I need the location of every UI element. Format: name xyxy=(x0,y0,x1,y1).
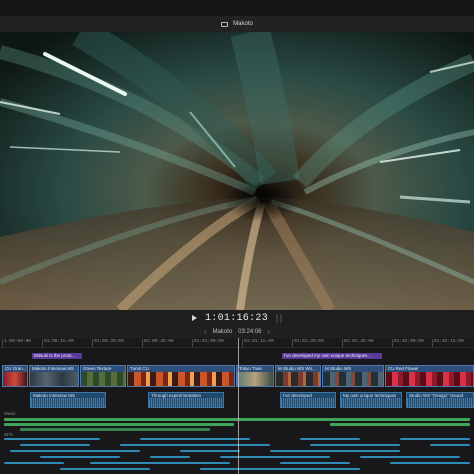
ruler-tick: 01:02:15:00 xyxy=(432,339,464,347)
sfx-lane-label: SFX xyxy=(4,432,13,437)
ruler-tick: 01:00:30:00 xyxy=(92,339,124,347)
chevron-right-icon[interactable]: › xyxy=(268,329,270,336)
ruler-tick: 01:00:15:00 xyxy=(42,339,74,347)
video-clip[interactable]: Makoto Interview MS xyxy=(29,365,79,387)
sfx-clip[interactable] xyxy=(200,468,360,470)
timeline[interactable]: Mitsuki is the prota... I've developed m… xyxy=(0,348,474,474)
clip-icon xyxy=(221,21,229,27)
sfx-clip[interactable] xyxy=(120,444,270,446)
audio-waveform xyxy=(281,398,335,407)
sfx-clip[interactable] xyxy=(90,462,230,464)
audio-clip[interactable]: Through experimentation xyxy=(148,392,224,408)
sfx-clip[interactable] xyxy=(390,462,470,464)
ruler-tick: 01:01:00:00 xyxy=(192,339,224,347)
chevron-left-icon[interactable]: ‹ xyxy=(204,329,206,336)
music-clip[interactable] xyxy=(4,423,234,426)
music-lane-label: Music xyxy=(4,411,16,416)
title-clip[interactable]: I've developed my own unique techniques.… xyxy=(282,353,382,359)
timecode-display[interactable]: 1:01:16:23 xyxy=(205,313,268,324)
audio-waveform xyxy=(341,398,401,407)
playhead[interactable] xyxy=(238,338,239,474)
sfx-clip[interactable] xyxy=(4,438,100,440)
music-clip[interactable] xyxy=(4,418,470,421)
audio-waveform xyxy=(149,398,223,407)
audio-clip[interactable]: Studio WS "Design" Sound xyxy=(406,392,474,408)
audio-clip-row: Makoto Interview MS Through experimentat… xyxy=(0,392,474,408)
viewer-clip-name: Makoto xyxy=(233,21,253,27)
viewer-frame xyxy=(0,32,474,310)
audio-waveform xyxy=(407,398,473,407)
primary-storyline: CU Gran... Makoto Interview MS Green Tex… xyxy=(0,365,474,387)
audio-clip[interactable]: Makoto Interview MS xyxy=(30,392,106,408)
video-clip[interactable]: Green Texture xyxy=(80,365,126,387)
sfx-clip[interactable] xyxy=(430,444,470,446)
audio-clip[interactable]: I've developed xyxy=(280,392,336,408)
timeline-duration: 03:24:06 xyxy=(238,329,262,335)
clip-thumbnail xyxy=(386,372,473,386)
sfx-clip[interactable] xyxy=(20,444,90,446)
clip-thumbnail xyxy=(3,372,27,386)
clip-thumbnail xyxy=(323,372,383,386)
ruler-tick: 01:02:00:00 xyxy=(392,339,424,347)
sfx-clip[interactable] xyxy=(150,456,190,458)
window-titlebar xyxy=(0,0,474,16)
sfx-clip[interactable] xyxy=(140,438,250,440)
sfx-clip[interactable] xyxy=(280,462,350,464)
sfx-clip[interactable] xyxy=(220,456,330,458)
sfx-clip[interactable] xyxy=(4,462,64,464)
sfx-clip[interactable] xyxy=(270,450,400,452)
audio-clip[interactable]: My own unique techniques xyxy=(340,392,402,408)
ruler-tick: 01:00:45:00 xyxy=(142,339,174,347)
video-clip[interactable]: Tokyo Train xyxy=(236,365,274,387)
timeline-ruler[interactable]: 1:00:00:00 01:00:15:00 01:00:30:00 01:00… xyxy=(0,338,474,348)
transport-bar: 1:01:16:23 xyxy=(0,310,474,326)
video-viewer[interactable] xyxy=(0,32,474,310)
clip-thumbnail xyxy=(81,372,125,386)
sfx-clip[interactable] xyxy=(400,438,470,440)
sfx-clip[interactable] xyxy=(310,444,400,446)
video-clip[interactable]: CU Red Flower xyxy=(385,365,474,387)
timeline-header: ‹ Makoto 03:24:06 › xyxy=(0,326,474,338)
video-clip[interactable]: M Studio WS Wir... xyxy=(275,365,321,387)
clip-thumbnail xyxy=(237,372,273,386)
sfx-clip[interactable] xyxy=(360,456,460,458)
clip-thumbnail xyxy=(276,372,320,386)
video-clip[interactable]: CU Gran... xyxy=(2,365,28,387)
sfx-clip[interactable] xyxy=(180,450,240,452)
viewer-header: Makoto xyxy=(0,16,474,32)
video-clip[interactable]: M Studio WS xyxy=(322,365,384,387)
video-clip[interactable]: Tunnl CU xyxy=(127,365,235,387)
music-clip[interactable] xyxy=(20,428,210,431)
ruler-tick: 1:00:00:00 xyxy=(1,339,32,347)
audio-waveform xyxy=(31,398,105,407)
sfx-clip[interactable] xyxy=(300,438,360,440)
title-clip[interactable]: Mitsuki is the prota... xyxy=(32,353,82,359)
play-icon[interactable] xyxy=(191,315,197,321)
sfx-clip[interactable] xyxy=(10,450,140,452)
ruler-tick: 01:01:45:00 xyxy=(342,339,374,347)
clip-thumbnail xyxy=(128,372,234,386)
audio-meter-icon xyxy=(276,313,282,323)
sfx-clip[interactable] xyxy=(40,456,120,458)
ruler-tick: 01:01:30:00 xyxy=(292,339,324,347)
sfx-clip[interactable] xyxy=(60,468,150,470)
clip-thumbnail xyxy=(30,372,78,386)
timeline-project-name: Makoto xyxy=(212,329,233,335)
music-clip[interactable] xyxy=(330,423,470,426)
ruler-tick: 01:01:15:00 xyxy=(242,339,274,347)
